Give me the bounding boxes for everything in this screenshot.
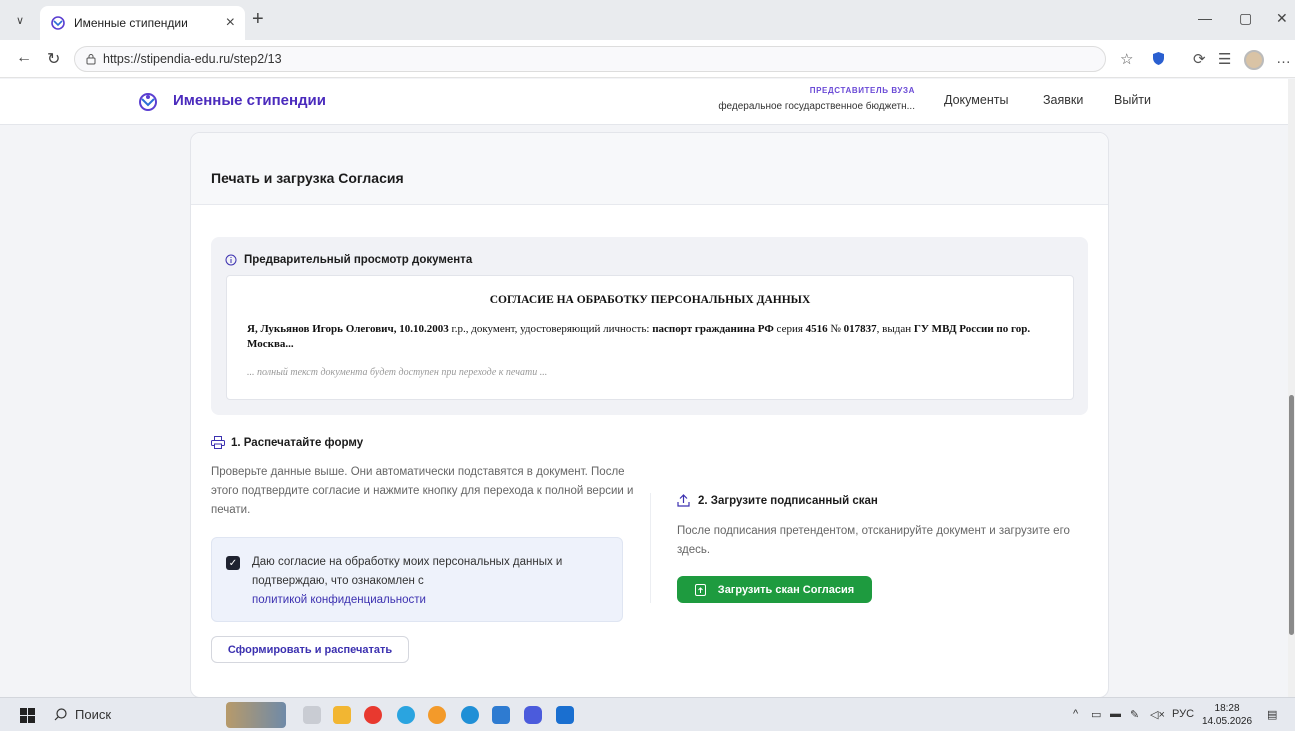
app-store-icon[interactable] [556,706,574,724]
notifications-icon[interactable]: ▤ [1267,708,1277,721]
steps-divider [650,493,651,603]
lock-icon [86,54,96,65]
more-menu-icon[interactable]: … [1276,50,1291,67]
taskbar-search-label: Поиск [75,707,112,722]
tray-network-icon[interactable]: ▭ [1091,708,1101,721]
clock-time: 18:28 [1214,703,1240,714]
browser-tab[interactable]: Именные стипендии × [40,6,245,40]
step1-title: 1. Распечатайте форму [231,436,364,449]
step1-heading: 1. Распечатайте форму [211,436,363,449]
passport-number: 017837 [843,323,877,335]
restore-icon[interactable]: ▢ [1239,10,1252,27]
taskbar-clock[interactable]: 18:28 14.05.2026 [1202,702,1252,728]
document-title: СОГЛАСИЕ НА ОБРАБОТКУ ПЕРСОНАЛЬНЫХ ДАННЫ… [489,294,811,306]
preview-label: Предварительный просмотр документа [225,254,472,266]
app-orange-icon[interactable] [428,706,446,724]
doc-text-1: г.р., документ, удостоверяющий личность: [448,323,653,335]
nav-logout[interactable]: Выйти [1114,93,1151,107]
taskbar-search[interactable]: Поиск [54,707,111,722]
brand-title[interactable]: Именные стипендии [173,92,326,109]
emblem-favicon-icon [51,16,65,30]
app-blue-icon[interactable] [492,706,510,724]
widgets-weather-icon[interactable] [226,702,286,728]
minimize-icon[interactable]: — [1198,10,1212,26]
shield-extension-icon[interactable] [1152,51,1165,66]
nav-documents[interactable]: Документы [944,93,1008,107]
preview-label-text: Предварительный просмотр документа [244,254,473,266]
passport-series: 4516 [805,323,828,335]
file-explorer-icon[interactable] [333,706,351,724]
tab-title: Именные стипендии [74,16,188,30]
file-upload-icon [694,583,706,596]
yandex-browser-icon[interactable] [364,706,382,724]
role-label: ПРЕДСТАВИТЕЛЬ ВУЗА [809,86,915,95]
url-field[interactable]: https://stipendia-edu.ru/step2/13 [74,46,1106,72]
edge-icon[interactable] [461,706,479,724]
consent-label-text: Даю согласие на обработку моих персональ… [252,556,563,587]
nav-applications[interactable]: Заявки [1043,93,1083,107]
document-sheet: СОГЛАСИЕ НА ОБРАБОТКУ ПЕРСОНАЛЬНЫХ ДАННЫ… [226,275,1074,400]
tray-volume-icon[interactable]: ◁× [1150,708,1165,721]
tray-language[interactable]: РУС [1172,708,1194,720]
upload-scan-button[interactable]: Загрузить скан Согласия [677,576,872,603]
favorites-list-icon[interactable]: ☰ [1218,50,1231,68]
person-name-dob: Я, Лукьянов Игорь Олегович, 10.10.2003 [247,323,449,335]
windows-taskbar: Поиск ^ ▭ ▬ ✎ ◁× РУС 18:28 14.05.2026 ▤ [0,697,1295,731]
tab-actions-chevron-icon[interactable]: ∨ [10,10,30,30]
document-preview: Предварительный просмотр документа СОГЛА… [211,237,1088,415]
telegram-icon[interactable] [397,706,415,724]
printer-icon [211,436,225,449]
windows-start-icon[interactable] [20,708,35,723]
browser-address-bar: ← ↻ https://stipendia-edu.ru/step2/13 ☆ … [0,40,1295,78]
search-icon [54,708,67,721]
consent-label: Даю согласие на обработку моих персональ… [252,553,612,610]
privacy-policy-link[interactable]: политикой конфиденциальности [252,594,426,606]
document-body: Я, Лукьянов Игорь Олегович, 10.10.2003 г… [247,322,1055,352]
step1-instructions: Проверьте данные выше. Они автоматически… [211,466,634,516]
doc-text-4: , выдан [876,323,914,335]
reload-icon[interactable]: ↻ [47,49,60,69]
organization-name: федеральное государственное бюджетн... [718,101,915,112]
extensions-icon[interactable]: ⟳ [1193,50,1206,68]
new-tab-plus-icon[interactable]: + [252,8,264,31]
upload-icon [677,494,690,507]
page-title: Печать и загрузка Согласия [211,170,404,186]
upload-scan-label: Загрузить скан Согласия [717,583,855,596]
doc-text-3: № [827,323,844,335]
step2-title: 2. Загрузите подписанный скан [698,494,878,507]
back-arrow-icon[interactable]: ← [16,49,32,67]
page-viewport: Именные стипендии ПРЕДСТАВИТЕЛЬ ВУЗА фед… [0,79,1288,697]
tray-pen-icon[interactable]: ✎ [1130,708,1139,721]
scrollbar-thumb[interactable] [1289,395,1294,635]
window-close-icon[interactable]: ✕ [1276,10,1288,27]
site-header: Именные стипендии ПРЕДСТАВИТЕЛЬ ВУЗА фед… [0,79,1288,125]
step2-instructions: После подписания претендентом, отсканиру… [677,525,1070,556]
emblem-logo-icon[interactable] [137,91,159,113]
profile-avatar[interactable] [1244,50,1264,70]
consent-card: Печать и загрузка Согласия Предварительн… [190,132,1109,697]
step2-heading: 2. Загрузите подписанный скан [677,494,878,507]
consent-checkbox-area: ✓ Даю согласие на обработку моих персона… [211,537,623,622]
task-view-icon[interactable] [303,706,321,724]
doc-text-2: серия [773,323,806,335]
consent-checkbox[interactable]: ✓ [226,556,240,570]
app-indigo-icon[interactable] [524,706,542,724]
info-icon [225,254,237,266]
tab-close-icon[interactable]: × [226,14,235,32]
doc-type: паспорт гражданина РФ [652,323,774,335]
favorite-star-icon[interactable]: ☆ [1120,50,1133,68]
tray-battery-icon[interactable]: ▬ [1110,708,1121,720]
browser-tab-bar: ∨ Именные стипендии × + — ▢ ✕ [0,0,1295,40]
tray-chevron-icon[interactable]: ^ [1073,708,1078,720]
document-note: ... полный текст документа будет доступе… [247,367,548,378]
generate-print-button[interactable]: Сформировать и распечатать [211,636,409,663]
url-text: https://stipendia-edu.ru/step2/13 [103,52,282,66]
card-header: Печать и загрузка Согласия [191,133,1108,205]
clock-date: 14.05.2026 [1202,716,1253,727]
